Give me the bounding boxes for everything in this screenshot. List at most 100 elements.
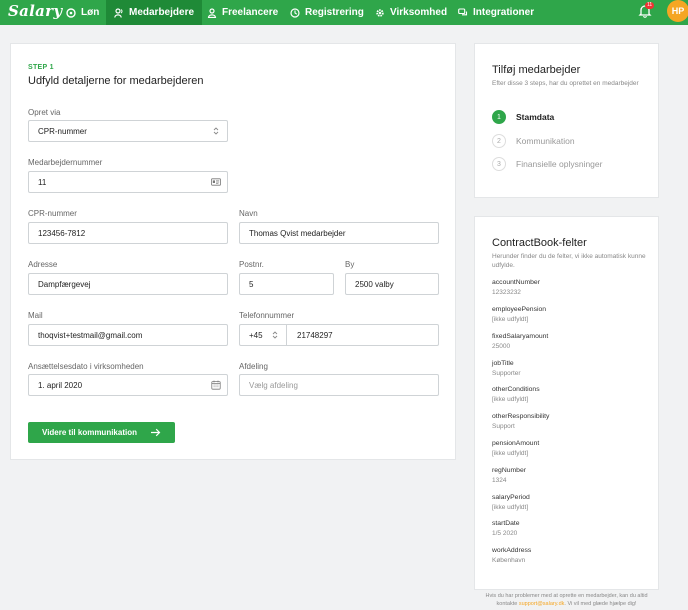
step-label: STEP 1: [28, 64, 54, 71]
step-1: 1 Stamdata: [492, 110, 554, 124]
department-label: Afdeling: [239, 362, 268, 371]
nav-label: Integrationer: [473, 7, 535, 18]
salary-logo[interactable]: Salary: [8, 2, 62, 20]
cb-field-key: salaryPeriod: [492, 494, 530, 501]
cb-field: salaryPeriod [ikke udfyldt]: [492, 494, 530, 511]
cb-field-key: employeePension: [492, 306, 547, 313]
mail-label: Mail: [28, 311, 43, 320]
contractbook-title: ContractBook-felter: [492, 237, 587, 249]
calendar-icon: [211, 380, 221, 390]
contractbook-subtitle: Herunder finder du de felter, vi ikke au…: [492, 253, 646, 269]
city-label: By: [345, 260, 355, 269]
nav-label: Virksomhed: [390, 7, 448, 18]
nav-label: Medarbejdere: [129, 7, 195, 18]
phone-input[interactable]: +45 21748297: [239, 324, 439, 346]
address-value: Dampfærgevej: [38, 279, 91, 289]
cb-field-key: otherResponsibility: [492, 413, 550, 420]
name-label: Navn: [239, 209, 258, 218]
step-number: 2: [492, 134, 506, 148]
chevron-updown-icon: [213, 127, 219, 135]
cpr-label: CPR-nummer: [28, 209, 77, 218]
arrow-right-icon: [151, 428, 161, 437]
cb-field-value: 25000: [492, 343, 511, 350]
employee-form-card: STEP 1 Udfyld detaljerne for medarbejder…: [10, 43, 456, 460]
cb-field: otherResponsibility Support: [492, 413, 549, 430]
cb-field-value: 12323232: [492, 289, 521, 296]
employee-number-input[interactable]: 11: [28, 171, 228, 193]
avatar[interactable]: HP: [667, 0, 688, 22]
footer-line-1: Hvis du har problemer med at oprette en …: [485, 593, 648, 599]
employee-number-label: Medarbejdernummer: [28, 158, 103, 167]
phone-label: Telefonnummer: [239, 311, 295, 320]
cb-field-key: jobTitle: [492, 360, 514, 367]
employment-date-input[interactable]: 1. april 2020: [28, 374, 228, 396]
steps-subtitle: Efter disse 3 steps, har du oprettet en …: [492, 80, 639, 87]
employment-date-value: 1. april 2020: [38, 380, 83, 390]
notification-badge: 11: [645, 2, 655, 9]
step-2: 2 Kommunikation: [492, 134, 575, 148]
top-navigation: Salary Løn Medarbejdere Freelancere Regi…: [0, 0, 688, 25]
cb-field-value: København: [492, 557, 526, 564]
cb-field: startDate 1/5 2020: [492, 520, 520, 537]
city-value: 2500 valby: [355, 279, 394, 289]
nav-label: Løn: [81, 7, 100, 18]
cb-field-key: pensionAmount: [492, 440, 540, 447]
cb-field: otherConditions [ikke udfyldt]: [492, 386, 540, 403]
cb-field-key: startDate: [492, 520, 520, 527]
cb-field: fixedSalaryamount 25000: [492, 333, 548, 350]
step-3: 3 Finansielle oplysninger: [492, 157, 602, 171]
city-input[interactable]: 2500 valby: [345, 273, 439, 295]
phone-value: 21748297: [297, 330, 333, 340]
cb-field-value: Supporter: [492, 370, 521, 377]
cb-field-value: Support: [492, 423, 515, 430]
address-input[interactable]: Dampfærgevej: [28, 273, 228, 295]
name-input[interactable]: Thomas Qvist medarbejder: [239, 222, 439, 244]
cb-field-value: [ikke udfyldt]: [492, 396, 529, 403]
cpr-value: 123456-7812: [38, 228, 86, 238]
step-label: Kommunikation: [516, 136, 575, 146]
cb-field-value: 1324: [492, 477, 507, 484]
steps-card: Tilføj medarbejder Efter disse 3 steps, …: [474, 43, 659, 198]
step-number: 1: [492, 110, 506, 124]
nav-item-lon[interactable]: Løn: [58, 0, 107, 25]
cb-field-value: [ikke udfyldt]: [492, 504, 529, 511]
continue-button[interactable]: Videre til kommunikation: [28, 422, 175, 443]
id-card-icon: [211, 178, 221, 186]
nav-item-integrationer[interactable]: Integrationer: [450, 0, 542, 25]
cpr-input[interactable]: 123456-7812: [28, 222, 228, 244]
users-icon: [114, 7, 123, 18]
create-via-value: CPR-nummer: [38, 126, 87, 136]
cb-field: jobTitle Supporter: [492, 360, 521, 377]
support-email-link[interactable]: support@salary.dk: [519, 601, 565, 607]
nav-item-registrering[interactable]: Registrering: [282, 0, 372, 25]
footer-line-2: kontakte support@salary.dk. Vi vil med g…: [474, 600, 659, 608]
create-via-label: Opret via: [28, 108, 61, 117]
step-label: Finansielle oplysninger: [516, 159, 603, 169]
nav-item-freelancere[interactable]: Freelancere: [199, 0, 286, 25]
postal-input[interactable]: 5: [239, 273, 334, 295]
steps-title: Tilføj medarbejder: [492, 64, 581, 76]
cb-field-key: accountNumber: [492, 279, 540, 286]
divider: [286, 325, 287, 345]
cb-field-key: workAddress: [492, 547, 532, 554]
step-number: 3: [492, 157, 506, 171]
country-code-value: +45: [249, 330, 263, 340]
chevron-updown-icon: [272, 331, 278, 339]
department-select[interactable]: Vælg afdeling: [239, 374, 439, 396]
form-title: Udfyld detaljerne for medarbejderen: [28, 75, 204, 87]
create-via-select[interactable]: CPR-nummer: [28, 120, 228, 142]
mail-value: thoqvist+testmail@gmail.com: [38, 330, 143, 340]
cb-field: employeePension [ikke udfyldt]: [492, 306, 546, 323]
country-code-select[interactable]: +45: [240, 325, 286, 345]
address-label: Adresse: [28, 260, 58, 269]
mail-input[interactable]: thoqvist+testmail@gmail.com: [28, 324, 228, 346]
nav-item-virksomhed[interactable]: Virksomhed: [367, 0, 455, 25]
cb-field-value: 1/5 2020: [492, 530, 518, 537]
employment-date-label: Ansættelsesdato i virksomheden: [28, 362, 144, 371]
chat-icon: [458, 7, 468, 15]
cb-field-key: otherConditions: [492, 386, 540, 393]
nav-item-medarbejdere[interactable]: Medarbejdere: [106, 0, 203, 25]
postal-value: 5: [249, 279, 254, 289]
cb-field: workAddress København: [492, 547, 531, 564]
cb-field: accountNumber 12323232: [492, 279, 540, 296]
